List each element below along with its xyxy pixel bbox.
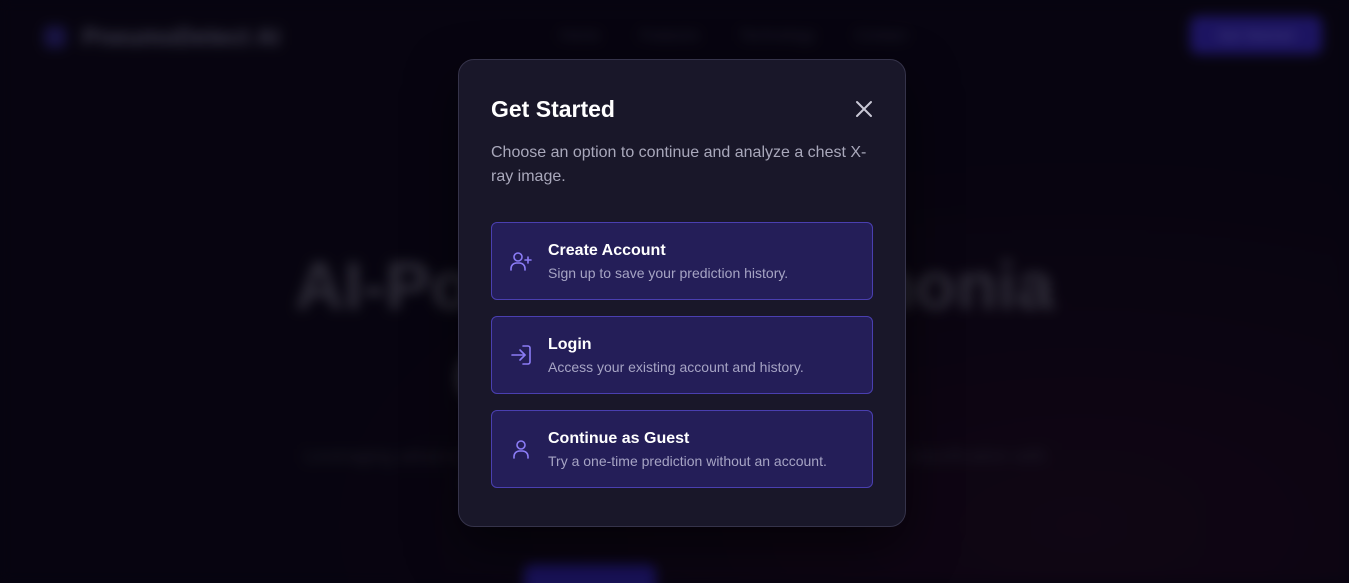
login-option[interactable]: Login Access your existing account and h… [491, 316, 873, 394]
user-plus-icon [508, 248, 534, 274]
guest-subtitle: Try a one-time prediction without an acc… [548, 452, 827, 469]
close-button[interactable] [851, 96, 877, 122]
guest-option[interactable]: Continue as Guest Try a one-time predict… [491, 410, 873, 488]
user-icon [508, 436, 534, 462]
create-account-subtitle: Sign up to save your prediction history. [548, 264, 789, 281]
guest-title: Continue as Guest [548, 429, 690, 447]
guest-text: Continue as Guest Try a one-time predict… [548, 429, 827, 470]
create-account-option[interactable]: Create Account Sign up to save your pred… [491, 222, 873, 300]
get-started-modal: Get Started Choose an option to continue… [458, 59, 906, 527]
modal-description: Choose an option to continue and analyze… [491, 144, 867, 185]
create-account-title: Create Account [548, 241, 666, 259]
modal-header: Get Started [491, 92, 873, 126]
close-icon [856, 101, 872, 117]
login-icon [508, 342, 534, 368]
login-text: Login Access your existing account and h… [548, 335, 804, 376]
create-account-text: Create Account Sign up to save your pred… [548, 241, 788, 282]
login-subtitle: Access your existing account and history… [548, 358, 804, 375]
login-title: Login [548, 335, 592, 353]
option-list: Create Account Sign up to save your pred… [491, 222, 873, 488]
page: PneumoDetect AI Home Features Technology… [0, 0, 1349, 583]
modal-title: Get Started [491, 95, 615, 122]
